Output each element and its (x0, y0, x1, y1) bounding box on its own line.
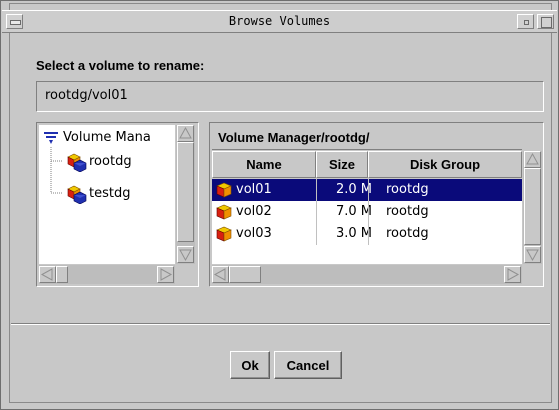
scroll-up-button[interactable] (177, 125, 194, 142)
maximize-button[interactable] (537, 14, 554, 29)
scroll-right-button[interactable] (157, 266, 174, 283)
scroll-thumb[interactable] (56, 266, 68, 283)
scroll-thumb[interactable] (524, 168, 541, 245)
table-row[interactable]: vol02 7.0 M rootdg (212, 201, 522, 223)
tree-item-label: rootdg (89, 154, 132, 169)
cell-name: vol03 (236, 226, 272, 241)
arrow-left-icon (40, 268, 53, 281)
volume-icon (216, 204, 232, 220)
arrow-right-icon (160, 268, 173, 281)
cell-disk-group: rootdg (386, 226, 429, 241)
window-frame: Browse Volumes Select a volume to rename… (0, 0, 559, 410)
column-header-disk-group[interactable]: Disk Group (368, 151, 522, 178)
scroll-left-button[interactable] (39, 266, 56, 283)
column-header-name[interactable]: Name (212, 151, 316, 178)
scroll-up-button[interactable] (524, 151, 541, 168)
scroll-down-button[interactable] (177, 246, 194, 263)
tree-item-label: testdg (89, 186, 131, 201)
column-divider (316, 179, 317, 245)
arrow-up-icon (179, 126, 192, 139)
table-path-heading: Volume Manager/rootdg/ (212, 125, 522, 150)
button-separator (11, 323, 550, 325)
minimize-button[interactable] (517, 14, 534, 29)
dialog-body: Select a volume to rename: rootdg/vol01 … (11, 34, 550, 399)
cell-size: 2.0 M (336, 182, 373, 197)
volume-icon (216, 182, 232, 198)
cell-name: vol02 (236, 204, 272, 219)
arrow-down-icon (526, 249, 539, 262)
tree-vertical-scrollbar[interactable] (176, 125, 195, 264)
volume-tree[interactable]: Volume Mana rootdg testdg (39, 125, 175, 264)
volume-table-panel: Volume Manager/rootdg/ Name Size Disk Gr… (209, 122, 544, 287)
volume-table[interactable]: vol01 2.0 M rootdg vol02 7.0 M rootdg vo… (212, 179, 522, 264)
ok-button[interactable]: Ok (230, 351, 270, 379)
disk-group-icon (67, 153, 87, 172)
arrow-up-icon (526, 152, 539, 165)
arrow-down-icon (179, 249, 192, 262)
cell-disk-group: rootdg (386, 182, 429, 197)
table-vertical-scrollbar[interactable] (523, 151, 542, 264)
volume-icon (216, 226, 232, 242)
arrow-right-icon (507, 268, 520, 281)
window-title: Browse Volumes (228, 14, 331, 28)
column-header-size[interactable]: Size (316, 151, 368, 178)
arrow-left-icon (213, 268, 226, 281)
scroll-thumb[interactable] (229, 266, 261, 283)
prompt-label: Select a volume to rename: (36, 58, 205, 73)
cell-disk-group: rootdg (386, 204, 429, 219)
scroll-thumb[interactable] (177, 142, 194, 242)
selected-volume-field[interactable]: rootdg/vol01 (36, 81, 544, 112)
cell-size: 3.0 M (336, 226, 373, 241)
tree-item-rootdg[interactable]: rootdg (39, 151, 175, 173)
table-row[interactable]: vol01 2.0 M rootdg (212, 179, 522, 201)
scroll-corner (523, 265, 542, 284)
tree-item-testdg[interactable]: testdg (39, 183, 175, 205)
scroll-left-button[interactable] (212, 266, 229, 283)
table-row[interactable]: vol03 3.0 M rootdg (212, 223, 522, 245)
column-divider (368, 179, 369, 245)
cell-name: vol01 (236, 182, 272, 197)
scroll-right-button[interactable] (504, 266, 521, 283)
tree-horizontal-scrollbar[interactable] (39, 265, 175, 284)
cancel-button[interactable]: Cancel (274, 351, 342, 379)
table-horizontal-scrollbar[interactable] (212, 265, 522, 284)
scroll-down-button[interactable] (524, 246, 541, 263)
disk-group-icon (67, 185, 87, 204)
scroll-corner (176, 265, 195, 284)
title-bar[interactable]: Browse Volumes (2, 10, 557, 33)
cell-size: 7.0 M (336, 204, 373, 219)
volume-tree-panel: Volume Mana rootdg testdg (36, 122, 199, 287)
